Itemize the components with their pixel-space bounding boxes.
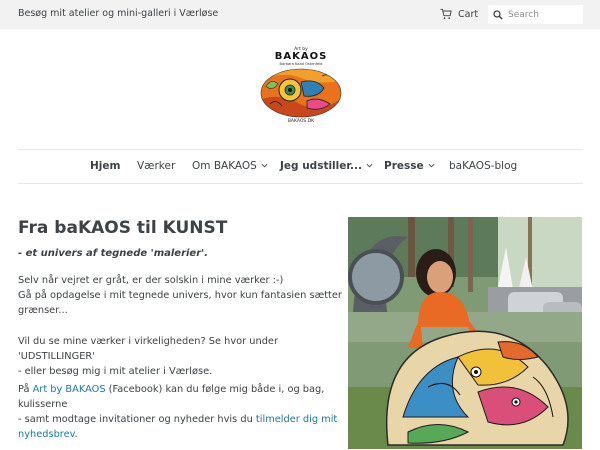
nav-label: Hjem bbox=[90, 160, 121, 172]
exhibition-line: Vil du se mine værker i virkeligheden? S… bbox=[18, 336, 278, 362]
exhibition-paragraph: Vil du se mine værker i virkeligheden? S… bbox=[18, 334, 343, 379]
facebook-link[interactable]: Art by BAKAOS bbox=[33, 384, 106, 395]
logo-artwork bbox=[260, 68, 342, 118]
text-fragment: . bbox=[74, 429, 78, 440]
chevron-down-icon bbox=[261, 163, 268, 168]
nav-item-presse[interactable]: Presse bbox=[384, 160, 435, 172]
cart-link[interactable]: Cart bbox=[440, 7, 478, 21]
announcement-bar: Besøg mit atelier og mini-galleri i Værl… bbox=[0, 0, 600, 29]
text-fragment: På bbox=[18, 384, 33, 395]
logo-subtitle: Barbara Kaad Ostenfeld bbox=[279, 62, 323, 66]
cart-label: Cart bbox=[458, 8, 479, 20]
site-logo[interactable]: Art by BAKAOS Barbara Kaad Ostenfeld BAK… bbox=[255, 47, 347, 132]
intro-line: Selv når vejret er gråt, er der solskin … bbox=[18, 275, 284, 286]
follow-paragraph: På Art by BAKAOS (Facebook) kan du følge… bbox=[18, 382, 343, 442]
main-navigation: Hjem Værker Om BAKAOS Jeg udstiller... P… bbox=[18, 149, 583, 184]
nav-label: Presse bbox=[384, 160, 424, 172]
page-tagline: - et univers af tegnede 'malerier'. bbox=[18, 248, 209, 259]
exhibition-line: - eller besøg mig i mit atelier i Værløs… bbox=[18, 366, 213, 377]
page-title: Fra baKAOS til KUNST bbox=[18, 218, 228, 238]
nav-item-jeg-udstiller[interactable]: Jeg udstiller... bbox=[280, 160, 373, 172]
nav-label: baKAOS-blog bbox=[449, 160, 518, 172]
intro-paragraph: Selv når vejret er gråt, er der solskin … bbox=[18, 273, 343, 318]
nav-label: Værker bbox=[137, 160, 176, 172]
cart-icon bbox=[440, 8, 452, 19]
logo-brand: BAKAOS bbox=[274, 51, 328, 62]
chevron-down-icon bbox=[428, 163, 435, 168]
intro-line: Gå på opdagelse i mit tegnede univers, h… bbox=[18, 290, 342, 316]
facebook-line: På Art by BAKAOS (Facebook) kan du følge… bbox=[18, 382, 343, 412]
nav-item-bakaos-blog[interactable]: baKAOS-blog bbox=[449, 160, 517, 172]
text-fragment: - samt modtage invitationer og nyheder h… bbox=[18, 414, 256, 425]
artist-photo bbox=[348, 217, 582, 449]
newsletter-line: - samt modtage invitationer og nyheder h… bbox=[18, 412, 343, 442]
search-box[interactable] bbox=[488, 5, 583, 24]
nav-item-hjem[interactable]: Hjem bbox=[90, 160, 120, 172]
nav-label: Jeg udstiller... bbox=[280, 160, 363, 172]
announcement-text[interactable]: Besøg mit atelier og mini-galleri i Værl… bbox=[18, 8, 218, 19]
nav-label: Om BAKAOS bbox=[192, 160, 257, 172]
logo-domain: BAKAOS.DK bbox=[287, 119, 315, 124]
search-icon[interactable] bbox=[493, 9, 503, 20]
search-input[interactable] bbox=[508, 9, 580, 20]
chevron-down-icon bbox=[366, 163, 373, 168]
nav-item-vaerker[interactable]: Værker bbox=[137, 160, 175, 172]
nav-item-om-bakaos[interactable]: Om BAKAOS bbox=[192, 160, 268, 172]
